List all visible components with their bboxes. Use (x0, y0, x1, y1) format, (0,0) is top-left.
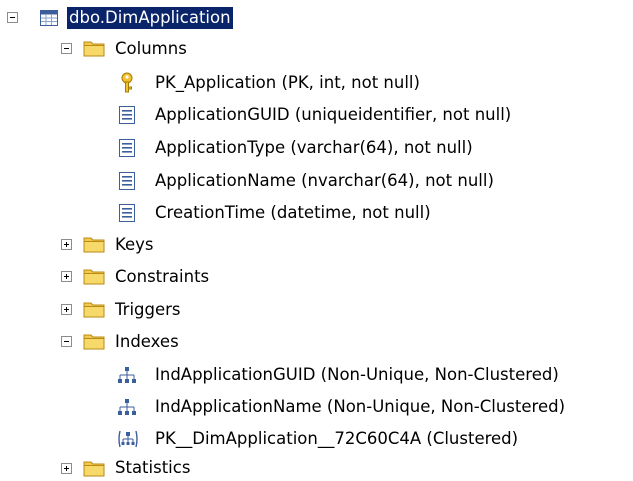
column-icon (117, 171, 137, 191)
collapse-toggle[interactable] (61, 43, 72, 54)
column-icon (117, 105, 137, 125)
tree-node-label[interactable]: Constraints (113, 266, 211, 288)
tree-node-label[interactable]: CreationTime (datetime, not null) (153, 202, 433, 224)
tree-node-label[interactable]: PK__DimApplication__72C60C4A (Clustered) (153, 428, 520, 450)
folder-icon (83, 235, 105, 255)
tree-node-label[interactable]: dbo.DimApplication (67, 7, 233, 29)
folder-icon (83, 267, 105, 287)
tree-node-label[interactable]: Statistics (113, 457, 192, 479)
collapse-toggle[interactable] (61, 336, 72, 347)
expand-toggle[interactable] (61, 304, 72, 315)
expand-toggle[interactable] (61, 463, 72, 474)
clustered-index-icon (117, 429, 138, 449)
folder-icon (83, 332, 105, 352)
index-icon (117, 365, 137, 385)
tree-node-label[interactable]: ApplicationGUID (uniqueidentifier, not n… (153, 104, 513, 126)
column-icon (117, 138, 137, 158)
tree-node-label[interactable]: ApplicationName (nvarchar(64), not null) (153, 170, 496, 192)
table-icon (39, 8, 59, 28)
object-explorer-tree: dbo.DimApplication Columns PK_Applicatio… (0, 0, 633, 479)
tree-node-label[interactable]: IndApplicationGUID (Non-Unique, Non-Clus… (153, 364, 561, 386)
tree-node-label[interactable]: Keys (113, 234, 156, 256)
expand-toggle[interactable] (61, 271, 72, 282)
tree-node-label[interactable]: ApplicationType (varchar(64), not null) (153, 137, 475, 159)
index-icon (117, 397, 137, 417)
folder-icon (83, 39, 105, 59)
folder-icon (83, 459, 105, 479)
expand-toggle[interactable] (61, 239, 72, 250)
tree-node-label[interactable]: PK_Application (PK, int, not null) (153, 72, 422, 94)
key-icon (119, 72, 139, 93)
column-icon (117, 203, 137, 223)
tree-node-label[interactable]: IndApplicationName (Non-Unique, Non-Clus… (153, 396, 567, 418)
folder-icon (83, 300, 105, 320)
tree-node-label[interactable]: Indexes (113, 331, 181, 353)
tree-node-label[interactable]: Columns (113, 38, 189, 60)
collapse-toggle[interactable] (7, 12, 18, 23)
tree-node-label[interactable]: Triggers (113, 299, 183, 321)
